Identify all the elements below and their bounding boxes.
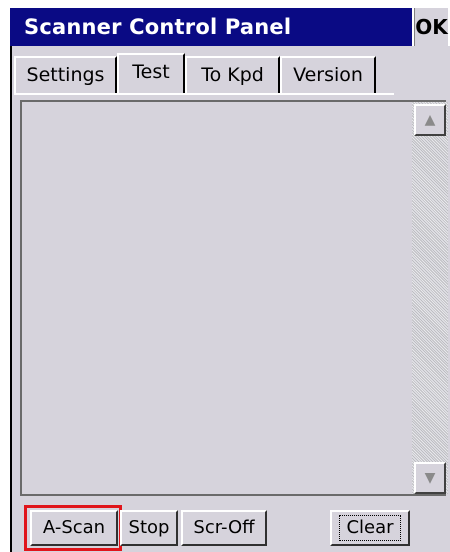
clear-button-label: Clear	[339, 515, 401, 541]
vertical-scrollbar[interactable]	[412, 102, 448, 494]
tab-settings[interactable]: Settings	[14, 56, 117, 93]
scan-output-list[interactable]	[20, 100, 446, 496]
stop-button[interactable]: Stop	[120, 510, 178, 546]
a-scan-highlight-box	[24, 505, 122, 551]
window-title: Scanner Control Panel	[24, 15, 292, 39]
scroll-up-button[interactable]: ▲	[414, 104, 446, 136]
tab-divider	[14, 93, 394, 95]
scroll-down-button[interactable]: ▼	[414, 462, 446, 494]
tab-version[interactable]: Version	[280, 56, 376, 93]
ok-button[interactable]: OK	[414, 8, 448, 46]
tab-to-kpd[interactable]: To Kpd	[185, 56, 280, 93]
tab-test[interactable]: Test	[117, 53, 185, 95]
panel-edge	[10, 46, 12, 552]
down-arrow-icon: ▼	[424, 470, 436, 486]
scr-off-button[interactable]: Scr-Off	[181, 510, 267, 546]
title-bar: Scanner Control Panel	[10, 8, 412, 46]
clear-button[interactable]: Clear	[330, 510, 410, 546]
scanner-control-panel-window: Scanner Control Panel OK Settings Test T…	[0, 0, 450, 552]
up-arrow-icon: ▲	[424, 112, 436, 128]
